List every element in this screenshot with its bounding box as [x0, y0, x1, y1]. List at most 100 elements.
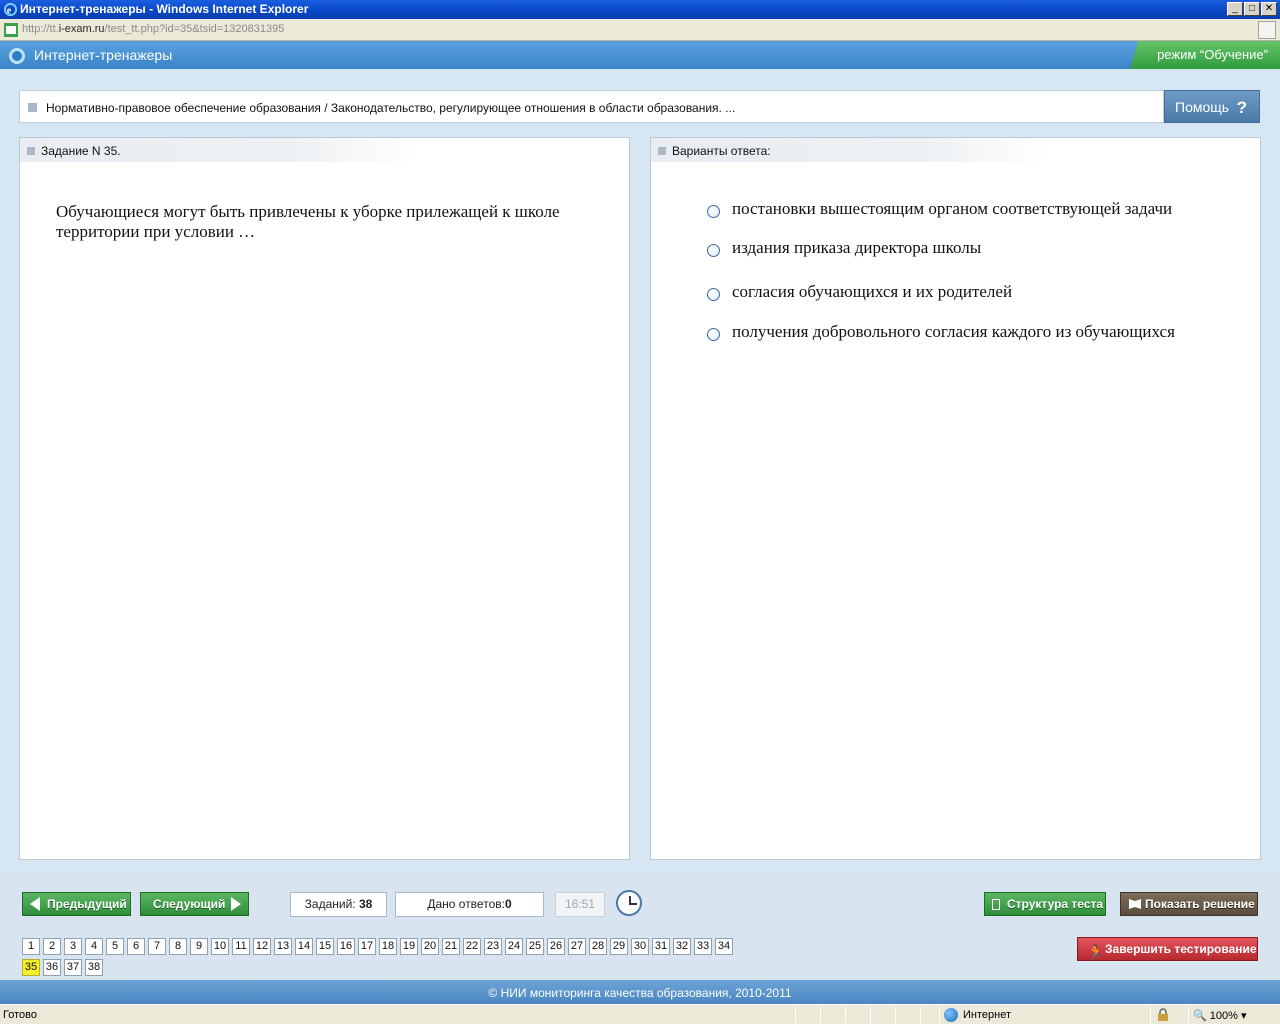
task-number-30[interactable]: 30: [631, 938, 649, 955]
status-divider: [939, 1007, 940, 1023]
question-icon: ?: [1236, 98, 1247, 117]
answer-option[interactable]: согласия обучающихся и их родителей: [707, 282, 1177, 302]
finish-test-label: Завершить тестирование: [1105, 942, 1257, 956]
status-divider: [1188, 1007, 1189, 1023]
footer: © НИИ мониторинга качества образования, …: [0, 980, 1280, 1004]
ie-logo-icon: e: [3, 2, 18, 16]
next-label: Следующий: [153, 897, 226, 911]
finish-test-button[interactable]: 🏃 Завершить тестирование: [1077, 937, 1258, 961]
task-number-27[interactable]: 27: [568, 938, 586, 955]
copyright-text: © НИИ мониторинга качества образования, …: [488, 986, 792, 1000]
timer: 16:51: [555, 892, 605, 917]
task-number-11[interactable]: 11: [232, 938, 250, 955]
answered-count: Дано ответов:0: [395, 892, 544, 917]
task-number-34[interactable]: 34: [715, 938, 733, 955]
app-header: Интернет-тренажеры режим “Обучение”: [0, 41, 1280, 69]
task-number-26[interactable]: 26: [547, 938, 565, 955]
task-number-22[interactable]: 22: [463, 938, 481, 955]
task-number-38[interactable]: 38: [85, 959, 103, 976]
browser-status-bar: Готово Интернет 🔍 100% ▾: [0, 1004, 1280, 1024]
clock-icon: [616, 890, 642, 916]
task-number-17[interactable]: 17: [358, 938, 376, 955]
task-number-10[interactable]: 10: [211, 938, 229, 955]
status-text: Готово: [3, 1009, 37, 1021]
task-number-13[interactable]: 13: [274, 938, 292, 955]
task-number-5[interactable]: 5: [106, 938, 124, 955]
url-field[interactable]: http://tt.i-exam.ru/test_tt.php?id=35&ts…: [22, 23, 284, 35]
answer-text: издания приказа директора школы: [732, 238, 982, 257]
task-number-20[interactable]: 20: [421, 938, 439, 955]
page-feed-icon[interactable]: [1258, 21, 1276, 39]
radio-button[interactable]: [707, 328, 720, 341]
task-number-12[interactable]: 12: [253, 938, 271, 955]
task-number-4[interactable]: 4: [85, 938, 103, 955]
radio-button[interactable]: [707, 288, 720, 301]
task-number-19[interactable]: 19: [400, 938, 418, 955]
answer-option[interactable]: издания приказа директора школы: [707, 238, 1177, 258]
previous-button[interactable]: Предыдущий: [22, 892, 131, 916]
task-number-28[interactable]: 28: [589, 938, 607, 955]
window-titlebar: e Интернет-тренажеры - Windows Internet …: [0, 0, 1280, 19]
book-icon: [1129, 899, 1141, 909]
svg-text:e: e: [7, 5, 12, 16]
app-title: Интернет-тренажеры: [34, 47, 173, 63]
answer-options: постановки вышестоящим органом соответст…: [707, 199, 1177, 342]
status-divider: [870, 1007, 871, 1023]
task-number-25[interactable]: 25: [526, 938, 544, 955]
answer-option[interactable]: постановки вышестоящим органом соответст…: [707, 199, 1177, 219]
task-number: Задание N 35.: [41, 144, 121, 158]
status-divider: [895, 1007, 896, 1023]
task-number-9[interactable]: 9: [190, 938, 208, 955]
tasks-value: 38: [358, 897, 373, 911]
status-divider: [820, 1007, 821, 1023]
radio-button[interactable]: [707, 205, 720, 218]
task-number-14[interactable]: 14: [295, 938, 313, 955]
task-header: Задание N 35.: [20, 138, 415, 162]
maximize-button[interactable]: □: [1244, 2, 1260, 16]
task-number-1[interactable]: 1: [22, 938, 40, 955]
zoom-level[interactable]: 🔍 100% ▾: [1193, 1009, 1246, 1022]
task-number-15[interactable]: 15: [316, 938, 334, 955]
task-number-35[interactable]: 35: [22, 959, 40, 976]
task-number-7[interactable]: 7: [148, 938, 166, 955]
task-number-37[interactable]: 37: [64, 959, 82, 976]
question-text: Обучающиеся могут быть привлечены к убор…: [56, 202, 560, 241]
radio-button[interactable]: [707, 244, 720, 257]
status-divider: [1150, 1007, 1151, 1023]
task-number-33[interactable]: 33: [694, 938, 712, 955]
answer-option[interactable]: получения добровольного согласия каждого…: [707, 322, 1177, 342]
protected-mode-icon[interactable]: [1156, 1008, 1170, 1022]
running-man-icon: 🏃: [1087, 944, 1105, 960]
tasks-label: Заданий:: [304, 897, 356, 911]
task-number-31[interactable]: 31: [652, 938, 670, 955]
answers-header: Варианты ответа:: [651, 138, 1046, 162]
show-solution-label: Показать решение: [1145, 897, 1255, 911]
task-number-36[interactable]: 36: [43, 959, 61, 976]
task-number-32[interactable]: 32: [673, 938, 691, 955]
task-number-18[interactable]: 18: [379, 938, 397, 955]
task-number-23[interactable]: 23: [484, 938, 502, 955]
test-structure-label: Структура теста: [1007, 897, 1104, 911]
answers-panel: Варианты ответа: постановки вышестоящим …: [650, 137, 1261, 860]
test-structure-button[interactable]: Структура теста: [984, 892, 1106, 916]
task-number-21[interactable]: 21: [442, 938, 460, 955]
next-button[interactable]: Следующий: [140, 892, 249, 916]
show-solution-button[interactable]: Показать решение: [1120, 892, 1258, 916]
task-number-29[interactable]: 29: [610, 938, 628, 955]
answered-label: Дано ответов:: [427, 897, 505, 911]
help-label: Помощь: [1175, 99, 1230, 115]
task-number-24[interactable]: 24: [505, 938, 523, 955]
task-number-6[interactable]: 6: [127, 938, 145, 955]
task-number-3[interactable]: 3: [64, 938, 82, 955]
task-number-2[interactable]: 2: [43, 938, 61, 955]
answer-text: постановки вышестоящим органом соответст…: [732, 199, 1173, 218]
breadcrumb-text: Нормативно-правовое обеспечение образова…: [46, 101, 736, 115]
address-bar: http://tt.i-exam.ru/test_tt.php?id=35&ts…: [0, 19, 1280, 41]
document-icon: [992, 899, 1000, 910]
task-number-8[interactable]: 8: [169, 938, 187, 955]
close-button[interactable]: ✕: [1261, 2, 1277, 16]
task-number-16[interactable]: 16: [337, 938, 355, 955]
zone-label: Интернет: [963, 1009, 1011, 1021]
minimize-button[interactable]: _: [1227, 2, 1243, 16]
help-button[interactable]: Помощь ?: [1164, 90, 1260, 123]
